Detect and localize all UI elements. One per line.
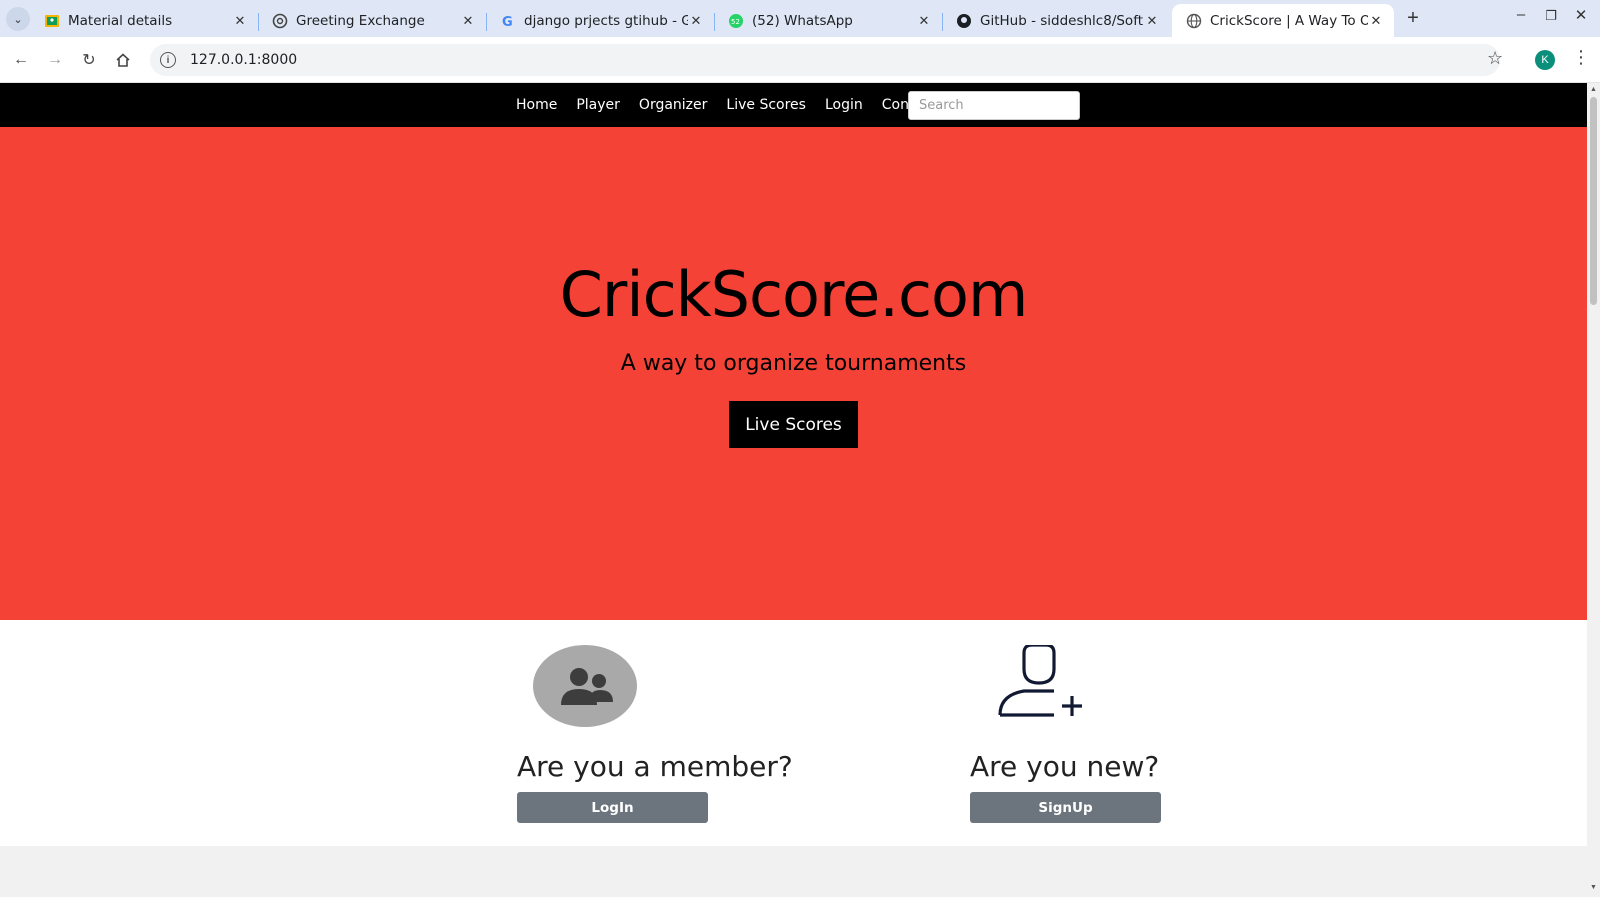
scroll-up-icon[interactable]: ▲ <box>1590 86 1597 93</box>
chevron-down-icon: ⌄ <box>13 13 23 26</box>
forward-icon[interactable]: → <box>44 49 66 71</box>
search-input[interactable] <box>908 91 1080 120</box>
tab-title: GitHub - siddeshlc8/Soft <box>980 12 1144 29</box>
hero-section: CrickScore.com A way to organize tournam… <box>0 127 1587 620</box>
scrollbar-thumb[interactable] <box>1590 97 1597 305</box>
tab-title: CrickScore | A Way To Or <box>1210 12 1368 29</box>
close-icon[interactable]: ✕ <box>1368 13 1384 29</box>
members-group-icon <box>533 645 637 727</box>
minimize-icon[interactable]: – <box>1508 6 1534 23</box>
site-navbar: Home Player Organizer Live Scores Login … <box>0 83 1587 127</box>
tab-github[interactable]: GitHub - siddeshlc8/Soft ✕ <box>942 4 1170 37</box>
svg-text:G: G <box>502 15 513 29</box>
tab-django-search[interactable]: G django prjects gtihub - G ✕ <box>486 4 715 37</box>
nav-organizer[interactable]: Organizer <box>639 97 707 113</box>
close-icon[interactable]: ✕ <box>232 13 248 29</box>
member-heading: Are you a member? <box>517 750 793 783</box>
classroom-icon <box>44 13 60 29</box>
login-button[interactable]: LogIn <box>517 792 708 823</box>
google-icon: G <box>500 13 516 29</box>
address-bar[interactable]: i 127.0.0.1:8000 <box>150 44 1500 76</box>
tab-crickscore[interactable]: CrickScore | A Way To Or ✕ <box>1172 4 1394 37</box>
bookmark-star-icon[interactable]: ☆ <box>1487 48 1503 69</box>
scroll-down-icon[interactable]: ▼ <box>1590 884 1597 891</box>
chatgpt-icon <box>272 13 288 29</box>
site-info-icon[interactable]: i <box>160 52 176 68</box>
restore-icon[interactable]: ❐ <box>1538 8 1564 24</box>
page-scrollbar[interactable]: ▲ ▼ <box>1587 83 1600 897</box>
home-icon[interactable] <box>112 49 134 71</box>
tab-title: Greeting Exchange <box>296 12 425 29</box>
tab-title: django prjects gtihub - G <box>524 12 688 29</box>
nav-login[interactable]: Login <box>825 97 863 113</box>
globe-icon <box>1186 13 1202 29</box>
tab-material-details[interactable]: Material details ✕ <box>30 4 259 37</box>
close-icon[interactable]: ✕ <box>916 13 932 29</box>
signup-button[interactable]: SignUp <box>970 792 1161 823</box>
tab-greeting-exchange[interactable]: Greeting Exchange ✕ <box>258 4 487 37</box>
close-icon[interactable]: ✕ <box>460 13 476 29</box>
tab-strip: ⌄ Material details ✕ Greeting Exchange ✕… <box>0 0 1600 37</box>
whatsapp-icon: 52 <box>728 13 744 29</box>
close-icon[interactable]: ✕ <box>1144 13 1160 29</box>
tab-title: Material details <box>68 12 173 29</box>
page-viewport: Home Player Organizer Live Scores Login … <box>0 83 1587 897</box>
window-close-icon[interactable]: ✕ <box>1568 6 1594 24</box>
hero-tagline: A way to organize tournaments <box>620 351 967 376</box>
live-scores-button[interactable]: Live Scores <box>729 401 858 448</box>
tab-whatsapp[interactable]: 52 (52) WhatsApp ✕ <box>714 4 943 37</box>
nav-live-scores[interactable]: Live Scores <box>726 97 806 113</box>
github-icon <box>956 13 972 29</box>
add-user-icon <box>998 643 1102 727</box>
back-icon[interactable]: ← <box>10 49 32 71</box>
member-cards-section: Are you a member? LogIn Are you new? Sig… <box>0 620 1587 846</box>
browser-toolbar: ← → ↻ i 127.0.0.1:8000 ☆ K ⋮ <box>0 37 1600 83</box>
tab-title: (52) WhatsApp <box>752 12 853 29</box>
tab-search-button[interactable]: ⌄ <box>6 7 30 31</box>
hero-title: CrickScore.com <box>559 258 1029 331</box>
new-tab-icon[interactable]: + <box>1402 7 1424 29</box>
nav-player[interactable]: Player <box>576 97 620 113</box>
nav-home[interactable]: Home <box>516 97 557 113</box>
new-heading: Are you new? <box>970 750 1160 783</box>
reload-icon[interactable]: ↻ <box>78 49 100 71</box>
nav-links: Home Player Organizer Live Scores Login … <box>516 83 955 127</box>
menu-kebab-icon[interactable]: ⋮ <box>1572 47 1590 68</box>
close-icon[interactable]: ✕ <box>688 13 704 29</box>
profile-avatar[interactable]: K <box>1535 50 1555 70</box>
url-text: 127.0.0.1:8000 <box>190 52 298 68</box>
svg-text:52: 52 <box>731 18 740 26</box>
